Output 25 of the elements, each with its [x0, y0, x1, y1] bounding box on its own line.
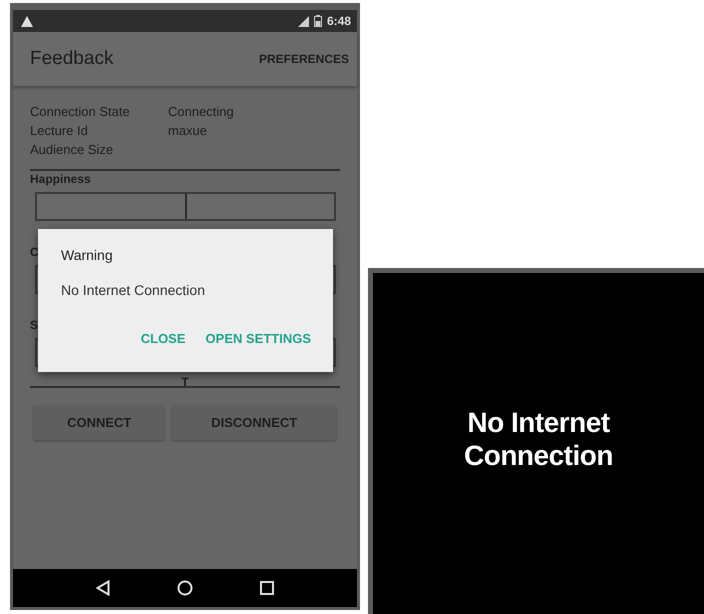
battery-icon [314, 15, 322, 27]
warning-icon [21, 16, 33, 26]
home-icon[interactable] [176, 580, 193, 596]
info-value: maxue [168, 122, 208, 140]
dialog-title: Warning [61, 247, 113, 263]
info-label: Audience Size [30, 141, 114, 159]
action-button[interactable]: CONNECT [34, 405, 164, 440]
preferences-button[interactable]: PREFERENCES [256, 50, 351, 68]
section-label: S [30, 317, 38, 334]
dialog-message: No Internet Connection [61, 282, 205, 298]
section-label: C [30, 244, 39, 261]
signal-icon [298, 16, 309, 26]
recents-icon[interactable] [260, 581, 274, 595]
info-value: Connecting [168, 103, 235, 121]
dialog-button[interactable]: CLOSE [140, 331, 186, 346]
app-title: Feedback [30, 48, 114, 70]
clock-time: 6:48 [326, 14, 351, 28]
watch-message: No Internet Connection [463, 406, 614, 472]
dialog-button[interactable]: OPEN SETTINGS [206, 331, 311, 346]
back-icon[interactable] [96, 580, 110, 596]
info-label: Lecture Id [30, 122, 89, 140]
scale-label: T [181, 375, 189, 389]
action-button[interactable]: DISCONNECT [172, 405, 336, 440]
section-label: Happiness [30, 171, 91, 188]
info-label: Connection State [30, 103, 131, 121]
